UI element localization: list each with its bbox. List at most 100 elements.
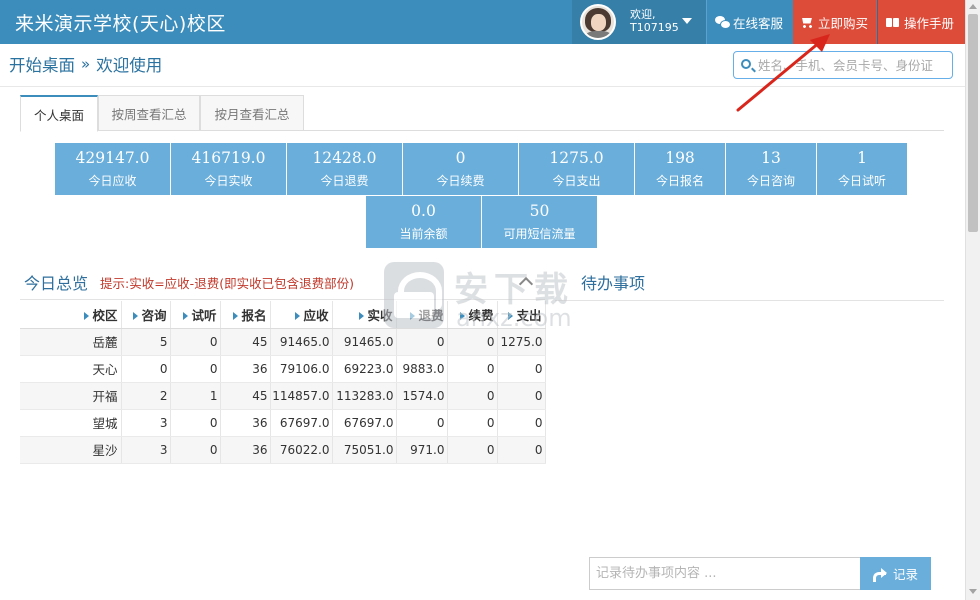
cell-receivable: 67697.0 [270, 409, 333, 437]
table-row: 天心 0 0 36 79106.0 69223.0 9883.0 0 0 [20, 355, 546, 383]
stat-value: 13 [761, 149, 781, 167]
cell-renewal: 0 [447, 409, 498, 437]
cell-consult: 5 [121, 328, 171, 356]
divider [555, 300, 944, 301]
cell-refund: 971.0 [396, 436, 448, 464]
stat-tile-trial[interactable]: 1 今日试听 [817, 143, 907, 195]
avatar [580, 4, 616, 40]
cell-trial: 1 [170, 382, 221, 410]
column-header-enroll[interactable]: 报名 [220, 301, 271, 329]
column-header-school[interactable]: 校区 [20, 301, 122, 329]
stat-tile-refund[interactable]: 12428.0 今日退费 [287, 143, 402, 195]
cell-trial: 0 [170, 436, 221, 464]
record-todo-button[interactable]: 记录 [860, 557, 931, 590]
sort-icon [183, 312, 189, 321]
stat-value: 0.0 [411, 202, 436, 220]
record-todo-label: 记录 [892, 567, 918, 582]
cell-receivable: 114857.0 [270, 382, 333, 410]
stat-label: 可用短信流量 [503, 227, 576, 241]
cell-school: 天心 [20, 355, 122, 383]
stat-value: 1275.0 [549, 149, 604, 167]
share-icon [872, 568, 887, 582]
table-row: 望城 3 0 36 67697.0 67697.0 0 0 0 [20, 409, 546, 437]
sort-icon [133, 312, 139, 321]
cell-expense: 0 [497, 436, 546, 464]
cell-trial: 0 [170, 328, 221, 356]
stat-value: 416719.0 [191, 149, 266, 167]
stat-tile-receivable[interactable]: 429147.0 今日应收 [55, 143, 170, 195]
cell-expense: 0 [497, 355, 546, 383]
stat-tile-received[interactable]: 416719.0 今日实收 [171, 143, 286, 195]
cell-receivable: 91465.0 [270, 328, 333, 356]
cell-consult: 3 [121, 409, 171, 437]
sort-icon [359, 312, 365, 321]
cell-receivable: 76022.0 [270, 436, 333, 464]
stat-tile-expense[interactable]: 1275.0 今日支出 [519, 143, 634, 195]
breadcrumb-current: 欢迎使用 [96, 56, 163, 75]
summary-title: 今日总览 [24, 274, 89, 293]
manual-label: 操作手册 [904, 15, 955, 31]
sort-icon [295, 312, 301, 321]
column-header-trial[interactable]: 试听 [170, 301, 221, 329]
cell-trial: 0 [170, 355, 221, 383]
stat-value: 12428.0 [312, 149, 377, 167]
tab-weekly-summary[interactable]: 按周查看汇总 [98, 95, 200, 131]
scroll-thumb[interactable] [968, 14, 978, 232]
cell-consult: 3 [121, 436, 171, 464]
stat-label: 今日试听 [837, 174, 886, 188]
stat-tile-sms-quota[interactable]: 50 可用短信流量 [482, 196, 597, 248]
todo-input[interactable] [589, 557, 861, 590]
column-header-consult[interactable]: 咨询 [121, 301, 171, 329]
scroll-down-arrow-icon[interactable] [969, 589, 977, 594]
column-header-receivable[interactable]: 应收 [270, 301, 333, 329]
cell-expense: 0 [497, 409, 546, 437]
cell-renewal: 0 [447, 382, 498, 410]
wechat-icon [715, 16, 731, 29]
cell-received: 67697.0 [332, 409, 397, 437]
stat-tile-enrollment[interactable]: 198 今日报名 [635, 143, 725, 195]
cell-renewal: 0 [447, 436, 498, 464]
user-menu[interactable]: 欢迎, T107195 [572, 0, 706, 44]
annotation-arrow-icon [736, 34, 830, 112]
cell-school: 星沙 [20, 436, 122, 464]
cell-enroll: 45 [220, 328, 271, 356]
stat-label: 今日退费 [320, 174, 369, 188]
watermark-logo-icon [384, 262, 444, 328]
cell-school: 望城 [20, 409, 122, 437]
stat-label: 今日实收 [204, 174, 253, 188]
stat-label: 今日支出 [552, 174, 601, 188]
stat-label: 今日续费 [436, 174, 485, 188]
tab-personal-desktop[interactable]: 个人桌面 [20, 95, 98, 132]
cell-refund: 0 [396, 409, 448, 437]
breadcrumb-separator-icon: » [81, 55, 91, 73]
cell-consult: 2 [121, 382, 171, 410]
cell-enroll: 36 [220, 436, 271, 464]
tab-monthly-summary[interactable]: 按月查看汇总 [200, 95, 304, 131]
cell-expense: 0 [497, 382, 546, 410]
scroll-up-arrow-icon[interactable] [969, 4, 977, 9]
stat-label: 当前余额 [399, 227, 448, 241]
stat-tile-balance[interactable]: 0.0 当前余额 [366, 196, 481, 248]
breadcrumb: 开始桌面 » 欢迎使用 [9, 52, 162, 76]
cell-school: 开福 [20, 382, 122, 410]
stat-tile-renewal[interactable]: 0 今日续费 [403, 143, 518, 195]
breadcrumb-home[interactable]: 开始桌面 [9, 52, 75, 76]
cell-receivable: 79106.0 [270, 355, 333, 383]
cell-received: 113283.0 [332, 382, 397, 410]
cell-enroll: 36 [220, 409, 271, 437]
stat-value: 50 [529, 202, 550, 220]
buy-now-label: 立即购买 [818, 15, 869, 31]
vertical-scrollbar[interactable] [965, 0, 980, 600]
summary-hint: 提示:实收=应收-退费(即实收已包含退费部份) [100, 276, 354, 291]
caret-down-icon [682, 18, 692, 24]
user-id: T107195 [630, 21, 679, 34]
table-row: 星沙 3 0 36 76022.0 75051.0 971.0 0 0 [20, 436, 546, 464]
cell-refund: 1574.0 [396, 382, 448, 410]
watermark-domain: anxz.com [456, 304, 572, 332]
cell-school: 岳麓 [20, 328, 122, 356]
online-service-label: 在线客服 [733, 15, 784, 31]
cell-renewal: 0 [447, 355, 498, 383]
stat-tile-consult[interactable]: 13 今日咨询 [726, 143, 816, 195]
manual-button[interactable]: 操作手册 [877, 0, 965, 44]
stat-label: 今日报名 [655, 174, 704, 188]
